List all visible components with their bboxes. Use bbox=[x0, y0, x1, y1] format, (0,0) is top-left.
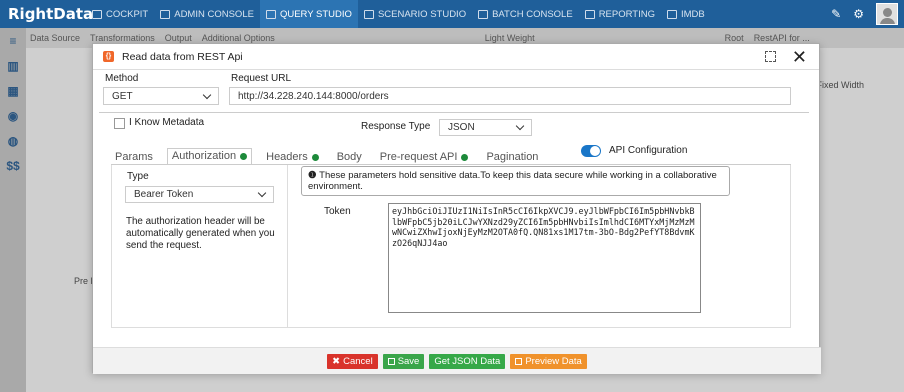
auth-type-select[interactable]: Bearer Token bbox=[125, 186, 274, 203]
grid-icon bbox=[92, 9, 102, 19]
tab-body[interactable]: Body bbox=[333, 151, 366, 165]
background-fixed-width: Fixed Width bbox=[816, 80, 864, 90]
table-icon bbox=[667, 9, 677, 19]
flow-icon bbox=[363, 9, 374, 19]
dollar-icon[interactable]: $$ bbox=[0, 153, 26, 178]
settings-icon bbox=[160, 9, 171, 19]
chevron-down-icon bbox=[202, 90, 212, 99]
sensitive-data-notice: ❶ These parameters hold sensitive data.T… bbox=[301, 166, 730, 196]
response-type-label: Response Type bbox=[361, 121, 431, 132]
tab-authorization[interactable]: Authorization bbox=[166, 148, 253, 165]
status-dot-icon bbox=[461, 153, 469, 161]
status-dot-icon bbox=[311, 153, 319, 161]
chevron-down-icon bbox=[257, 188, 267, 198]
api-icon: {} bbox=[103, 51, 114, 62]
tab-params[interactable]: Params bbox=[111, 151, 157, 165]
tab-pagination[interactable]: Pagination bbox=[482, 151, 542, 165]
modal-title: Read data from REST Api bbox=[122, 50, 243, 63]
rest-api-modal: {} Read data from REST Api ✕ Method GET … bbox=[92, 43, 821, 374]
know-metadata-label: I Know Metadata bbox=[129, 117, 205, 128]
request-tabs: Params Authorization Headers Body Pre-re… bbox=[111, 148, 542, 165]
nav-reporting[interactable]: REPORTING bbox=[579, 0, 661, 28]
know-metadata-checkbox[interactable] bbox=[114, 118, 125, 129]
menu-icon[interactable]: ≡ bbox=[0, 28, 26, 53]
preview-icon bbox=[515, 357, 523, 365]
database-icon bbox=[265, 9, 276, 19]
layout-icon[interactable]: ▦ bbox=[0, 78, 26, 103]
top-navigation-bar: RightData COCKPIT ADMIN CONSOLE QUERY ST… bbox=[0, 0, 904, 28]
method-select[interactable]: GET bbox=[103, 87, 219, 105]
settings-gear-icon[interactable]: ⚙ bbox=[853, 7, 864, 21]
nav-scenario-studio[interactable]: SCENARIO STUDIO bbox=[358, 0, 472, 28]
token-textarea[interactable]: eyJhbGciOiJIUzI1NiIsInR5cCI6IkpXVCJ9.eyJ… bbox=[388, 203, 701, 313]
response-type-select[interactable]: JSON bbox=[439, 119, 532, 136]
user-avatar[interactable] bbox=[876, 3, 898, 25]
nav-cockpit[interactable]: COCKPIT bbox=[86, 0, 154, 28]
app-logo: RightData bbox=[8, 5, 94, 23]
close-icon: ✖ bbox=[332, 355, 341, 367]
left-sidebar: ≡ ▥ ▦ ◉ ◍ $$ bbox=[0, 28, 26, 392]
tools-icon[interactable]: ✎ bbox=[831, 7, 841, 21]
nav-batch-console[interactable]: BATCH CONSOLE bbox=[472, 0, 579, 28]
report-icon bbox=[584, 9, 595, 19]
modal-header: {} Read data from REST Api ✕ bbox=[93, 44, 819, 70]
toolbar-transformations[interactable]: Transformations bbox=[90, 33, 155, 43]
database-icon[interactable]: ◉ bbox=[0, 103, 26, 128]
auth-help-text: The authorization header will be automat… bbox=[126, 216, 275, 251]
toolbar-additional-options[interactable]: Additional Options bbox=[202, 33, 275, 43]
status-dot-icon bbox=[240, 152, 248, 160]
info-icon: ❶ bbox=[308, 170, 320, 181]
save-button[interactable]: Save bbox=[382, 353, 425, 369]
expand-icon[interactable] bbox=[764, 51, 776, 62]
api-configuration-toggle[interactable] bbox=[581, 145, 601, 157]
get-json-data-button[interactable]: Get JSON Data bbox=[429, 353, 506, 369]
batch-icon bbox=[478, 9, 489, 19]
toolbar-restapi[interactable]: RestAPI for ... bbox=[754, 33, 810, 43]
nav-query-studio[interactable]: QUERY STUDIO bbox=[259, 0, 358, 28]
api-configuration-label: API Configuration bbox=[609, 145, 688, 156]
modal-footer: ✖ Cancel Save Get JSON Data Preview Data bbox=[93, 347, 821, 374]
toolbar-data-source[interactable]: Data Source bbox=[30, 33, 80, 43]
chart-icon[interactable]: ▥ bbox=[0, 53, 26, 78]
save-icon bbox=[387, 357, 395, 365]
auth-type-label: Type bbox=[127, 171, 149, 182]
nav-imdb[interactable]: IMDB bbox=[661, 0, 711, 28]
globe-icon[interactable]: ◍ bbox=[0, 128, 26, 153]
divider bbox=[99, 112, 809, 113]
preview-data-button[interactable]: Preview Data bbox=[510, 353, 587, 369]
url-input[interactable]: http://34.228.240.144:8000/orders bbox=[229, 87, 791, 105]
cancel-button[interactable]: ✖ Cancel bbox=[327, 353, 378, 369]
method-label: Method bbox=[105, 73, 139, 84]
toolbar-root[interactable]: Root bbox=[725, 33, 744, 43]
auth-type-panel: Type Bearer Token The authorization head… bbox=[112, 165, 288, 327]
close-icon[interactable]: ✕ bbox=[792, 48, 807, 66]
token-label: Token bbox=[324, 206, 351, 217]
toolbar-light-weight[interactable]: Light Weight bbox=[485, 33, 535, 43]
url-label: Request URL bbox=[231, 73, 292, 84]
chevron-down-icon bbox=[515, 121, 525, 131]
toolbar-output[interactable]: Output bbox=[165, 33, 192, 43]
tab-headers[interactable]: Headers bbox=[262, 151, 323, 165]
nav-admin-console[interactable]: ADMIN CONSOLE bbox=[154, 0, 260, 28]
tab-pre-request-api[interactable]: Pre-request API bbox=[376, 151, 473, 165]
